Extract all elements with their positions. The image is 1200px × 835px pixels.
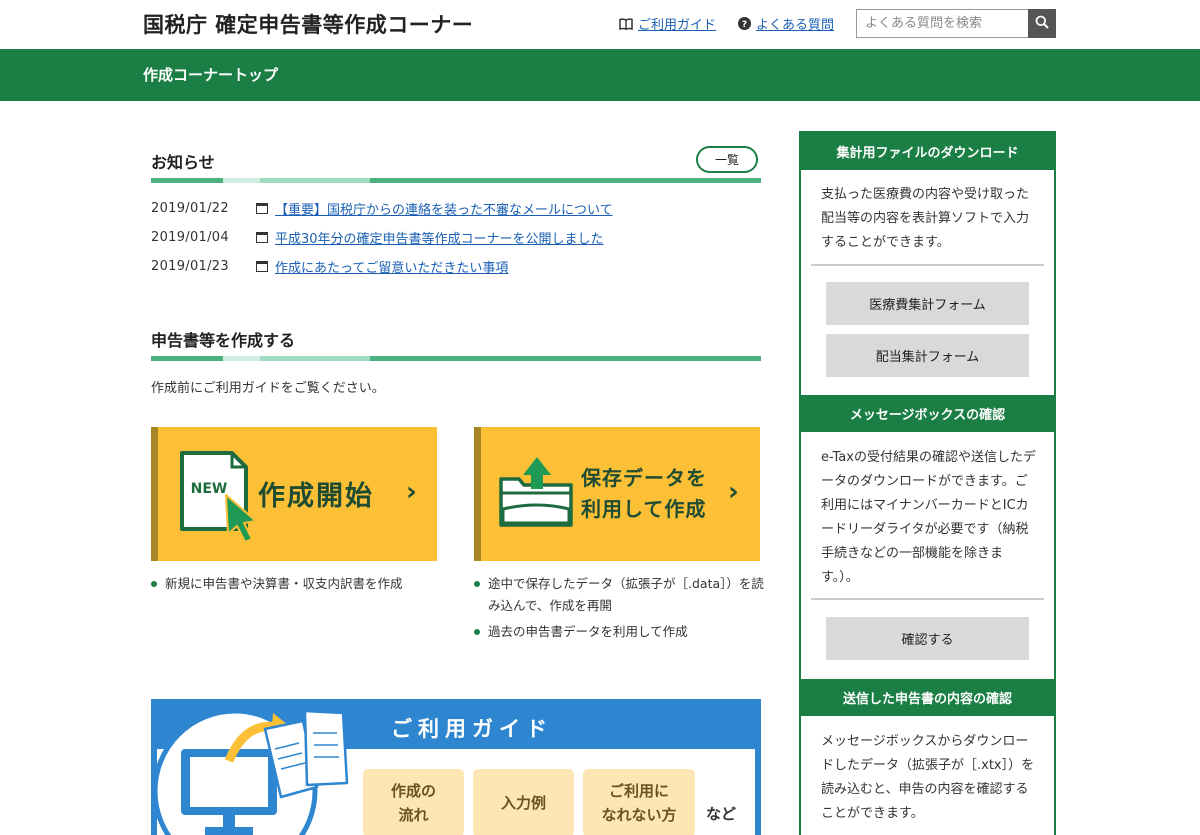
create-intro: 作成前にご利用ガイドをご覧ください。 bbox=[151, 381, 385, 396]
list-item: 途中で保存したデータ（拡張子が［.data］）を読み込んで、作成を再開 bbox=[474, 573, 764, 617]
window-icon bbox=[256, 203, 268, 214]
use-saved-data-line1: 保存データを bbox=[581, 466, 707, 490]
news-item: 2019/01/23 作成にあたってご留意いただきたい事項 bbox=[151, 257, 508, 276]
computer-icon bbox=[157, 705, 367, 835]
window-icon bbox=[256, 232, 268, 243]
start-new-button[interactable]: NEW 作成開始 › bbox=[151, 427, 437, 561]
new-bullets: 新規に申告書や決算書・収支内訳書を作成 bbox=[151, 573, 441, 599]
list-item: 過去の申告書データを利用して作成 bbox=[474, 621, 764, 643]
divider bbox=[811, 598, 1044, 600]
news-heading: お知らせ bbox=[151, 153, 215, 172]
download-text: 支払った医療費の内容や受け取った配当等の内容を表計算ソフトで入力することができま… bbox=[821, 187, 1030, 250]
create-divider bbox=[151, 356, 761, 361]
guide-link[interactable]: ご利用ガイド bbox=[619, 14, 716, 33]
guide-etc: など bbox=[706, 805, 737, 823]
guide-banner-title: ご利用ガイド bbox=[391, 717, 553, 741]
news-link[interactable]: 【重要】国税庁からの連絡を装った不審なメールについて bbox=[275, 199, 613, 218]
download-heading: 集計用ファイルのダウンロード bbox=[801, 133, 1054, 170]
news-date: 2019/01/23 bbox=[151, 259, 229, 274]
use-saved-data-label: 保存データを 利用して作成 bbox=[581, 463, 707, 525]
use-saved-data-button[interactable]: 保存データを 利用して作成 › bbox=[474, 427, 760, 561]
guide-chip-beginners-label: ご利用に なれない方 bbox=[601, 779, 676, 827]
window-icon bbox=[256, 261, 268, 272]
list-item: 新規に申告書や決算書・収支内訳書を作成 bbox=[151, 573, 441, 595]
guide-chip-examples[interactable]: 入力例 bbox=[473, 769, 574, 835]
question-circle-icon: ? bbox=[738, 17, 751, 30]
sent-heading: 送信した申告書の内容の確認 bbox=[801, 679, 1054, 716]
sidebar: 集計用ファイルのダウンロード 支払った医療費の内容や受け取った配当等の内容を表計… bbox=[799, 131, 1056, 835]
messagebox-confirm-button[interactable]: 確認する bbox=[826, 617, 1029, 660]
news-list-button[interactable]: 一覧 bbox=[696, 146, 758, 173]
chip-line: 流れ bbox=[398, 806, 429, 824]
use-saved-data-line2: 利用して作成 bbox=[581, 497, 707, 521]
chevron-right-icon: › bbox=[728, 477, 739, 507]
search-button[interactable] bbox=[1028, 9, 1056, 38]
chevron-right-icon: › bbox=[406, 477, 417, 507]
faq-search bbox=[856, 9, 1056, 38]
messagebox-text: e-Taxの受付結果の確認や送信したデータのダウンロードができます。ご利用にはマ… bbox=[821, 450, 1036, 585]
guide-link-label[interactable]: ご利用ガイド bbox=[638, 14, 716, 33]
site-title[interactable]: 国税庁 確定申告書等作成コーナー bbox=[143, 9, 473, 39]
news-date: 2019/01/22 bbox=[151, 201, 229, 216]
medical-form-button[interactable]: 医療費集計フォーム bbox=[826, 282, 1029, 325]
saved-bullets: 途中で保存したデータ（拡張子が［.data］）を読み込んで、作成を再開 過去の申… bbox=[474, 573, 764, 647]
guide-chip-flow-label: 作成の 流れ bbox=[391, 779, 436, 827]
search-icon bbox=[1035, 15, 1049, 32]
news-divider bbox=[151, 178, 761, 183]
chip-line: なれない方 bbox=[601, 806, 677, 824]
new-badge: NEW bbox=[191, 481, 228, 497]
search-input[interactable] bbox=[856, 9, 1028, 38]
news-link[interactable]: 作成にあたってご留意いただきたい事項 bbox=[275, 257, 508, 276]
news-item: 2019/01/04 平成30年分の確定申告書等作成コーナーを公開しました bbox=[151, 228, 604, 247]
site-header: 国税庁 確定申告書等作成コーナー ご利用ガイド ? よくある質問 bbox=[0, 0, 1200, 49]
svg-text:?: ? bbox=[742, 20, 747, 30]
book-icon bbox=[619, 17, 633, 30]
faq-link[interactable]: ? よくある質問 bbox=[738, 14, 834, 33]
faq-link-label[interactable]: よくある質問 bbox=[756, 14, 834, 33]
new-document-icon: NEW bbox=[174, 449, 258, 548]
start-new-label: 作成開始 bbox=[258, 481, 374, 512]
messagebox-heading: メッセージボックスの確認 bbox=[801, 395, 1054, 432]
sent-text: メッセージボックスからダウンロードしたデータ（拡張子が［.xtx］）を読み込むと… bbox=[821, 734, 1035, 821]
chip-line: 作成の bbox=[390, 782, 436, 800]
news-date: 2019/01/04 bbox=[151, 230, 229, 245]
news-link[interactable]: 平成30年分の確定申告書等作成コーナーを公開しました bbox=[275, 228, 604, 247]
user-guide-banner[interactable]: ご利用ガイド 作成の流れ 入力例 ご利用になれない方 など bbox=[151, 699, 761, 835]
page-title-bar: 作成コーナートップ bbox=[0, 49, 1200, 101]
dividend-form-button[interactable]: 配当集計フォーム bbox=[826, 334, 1029, 377]
page-title: 作成コーナートップ bbox=[143, 66, 279, 84]
news-item: 2019/01/22 【重要】国税庁からの連絡を装った不審なメールについて bbox=[151, 199, 613, 218]
guide-chip-beginners[interactable]: ご利用に なれない方 bbox=[583, 769, 695, 835]
chip-line: ご利用に bbox=[608, 782, 669, 800]
divider bbox=[811, 264, 1044, 266]
guide-chip-flow[interactable]: 作成の 流れ bbox=[363, 769, 464, 835]
folder-upload-icon bbox=[497, 449, 577, 533]
create-heading: 申告書等を作成する bbox=[151, 331, 296, 350]
